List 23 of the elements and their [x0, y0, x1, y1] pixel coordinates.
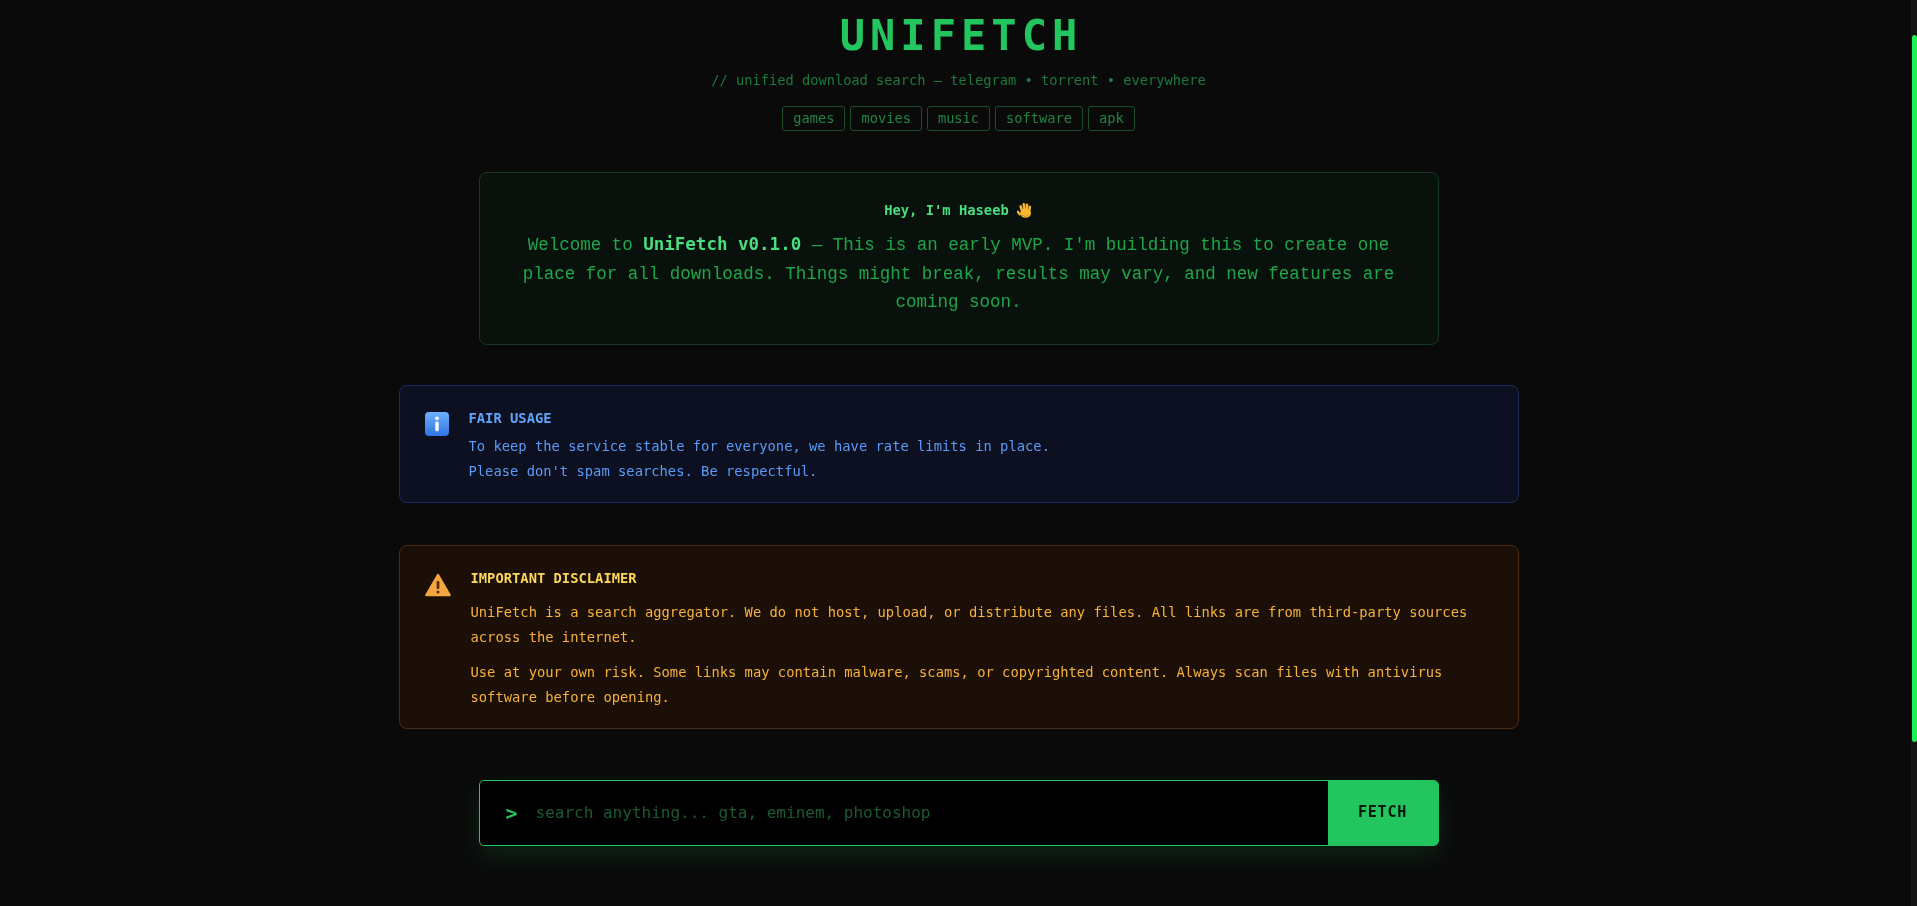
notice-title: IMPORTANT DISCLAIMER: [470, 568, 638, 588]
category-tag[interactable]: movies: [850, 106, 922, 131]
category-tag[interactable]: music: [926, 106, 991, 131]
search-bar[interactable]: > search anything... gta, eminem, photoshop FETCH: [478, 779, 1439, 846]
fetch-button[interactable]: FETCH: [1327, 780, 1438, 845]
tagline: // unified download search — telegram • torrent • everywhere: [711, 71, 1206, 90]
scrollbar-thumb[interactable]: [1912, 35, 1917, 742]
greeting: Hey, I'm Haseeb: [884, 201, 1009, 220]
category-tag[interactable]: software: [995, 106, 1084, 131]
notice-text: Please don't spam searches. Be respectful.: [468, 461, 819, 481]
notice-text: To keep the service stable for everyone, we have rate limits in place.: [468, 436, 1051, 456]
warning-icon: [424, 572, 451, 597]
welcome-message: Welcome to UniFetch v0.1.0 — This is an early MVP. I'm building this to create one place for all downloads. Things might break, results may vary, and new features are coming soon.: [521, 233, 1396, 314]
waving-hand-icon: [1016, 201, 1033, 219]
category-tag[interactable]: games: [782, 106, 846, 131]
search-field[interactable]: search anything... gta, eminem, photoshop: [535, 780, 1328, 845]
info-icon: [424, 411, 449, 436]
notice-text: UniFetch is a search aggregator. We do not host, upload, or distribute any files. All links are from third-party sources across the internet.: [470, 602, 1469, 647]
prompt-symbol: >: [505, 800, 518, 825]
notice-text: Use at your own risk. Some links may contain malware, scams, or copyrighted content. Always scan files with antivirus software before opening.: [470, 662, 1444, 707]
notice-title: FAIR USAGE: [468, 408, 553, 428]
site-title: UNIFETCH: [838, 10, 1083, 61]
category-tag[interactable]: apk: [1088, 106, 1135, 131]
